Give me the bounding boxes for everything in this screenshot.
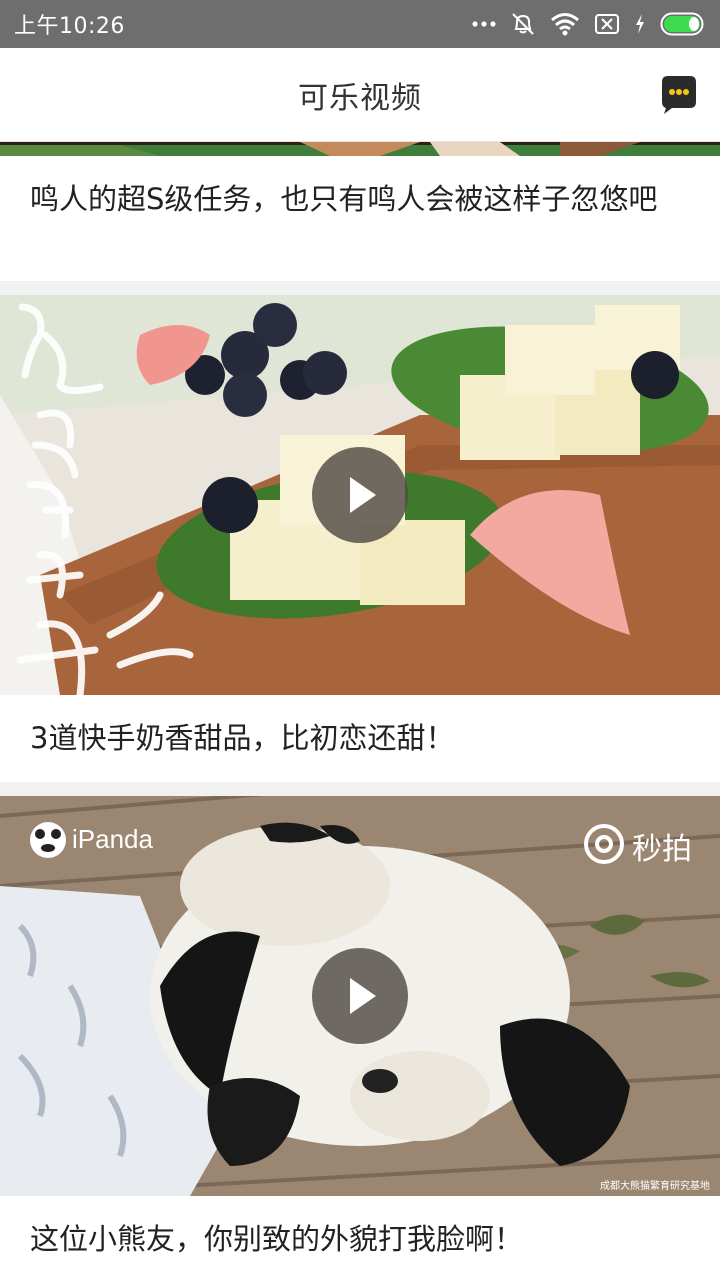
video-card[interactable]: 3道快手奶香甜品，比初恋还甜！ [0,295,720,782]
sim-off-icon [594,13,620,35]
charging-icon [634,13,646,35]
video-thumbnail[interactable]: iPanda 秒拍 成都大熊猫繁育研究基地 [0,796,720,1196]
chat-bubble-icon [662,76,696,114]
more-dots-icon [472,20,496,28]
status-bar: 上午10:26 [0,0,720,48]
chat-button[interactable] [658,74,700,116]
battery-icon [660,12,706,36]
watermark-miaopai: 秒拍 [632,832,692,867]
video-title[interactable]: 这位小熊友，你别致的外貌打我脸啊！ [30,1216,690,1262]
video-title[interactable]: 鸣人的超S级任务，也只有鸣人会被这样子忽悠吧 [30,176,690,222]
video-thumbnail[interactable] [0,142,720,156]
video-title[interactable]: 3道快手奶香甜品，比初恋还甜！ [30,715,690,761]
watermark-ipanda: iPanda [72,824,153,854]
bell-muted-icon [510,11,536,37]
video-card[interactable]: iPanda 秒拍 成都大熊猫繁育研究基地 这位小熊友，你别致的外貌打我脸啊！ [0,796,720,1280]
status-time: 上午10:26 [14,14,125,39]
play-button[interactable] [312,447,408,543]
watermark-source: 成都大熊猫繁育研究基地 [600,1181,710,1192]
status-icons [472,11,706,37]
header: 可乐视频 [0,48,720,142]
page-title: 可乐视频 [298,80,422,116]
wifi-icon [550,12,580,36]
video-feed[interactable]: 鸣人的超S级任务，也只有鸣人会被这样子忽悠吧 3道快手奶香甜品，比初恋还甜！ i… [0,142,720,1280]
play-button[interactable] [312,948,408,1044]
video-thumbnail[interactable] [0,295,720,695]
video-card[interactable]: 鸣人的超S级任务，也只有鸣人会被这样子忽悠吧 [0,142,720,281]
